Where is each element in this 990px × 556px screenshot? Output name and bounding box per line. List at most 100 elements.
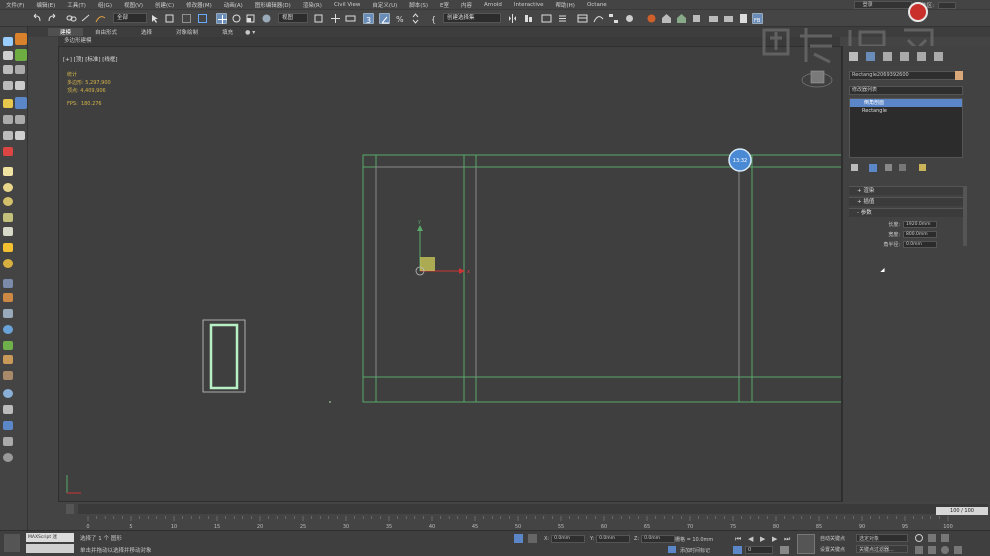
key-filters-button[interactable]: 关键点过滤器... — [856, 545, 908, 553]
percent-snap-icon[interactable]: % — [395, 13, 406, 24]
place-icon[interactable] — [261, 13, 272, 24]
add-time-tag[interactable]: 添加时间标记 — [680, 547, 710, 554]
menu-content[interactable]: 内容 — [455, 1, 478, 9]
menu-customize[interactable]: 自定义(U) — [366, 1, 403, 9]
modifier-list-dropdown[interactable]: 修改器列表 — [849, 86, 963, 95]
menu-e-room[interactable]: E室 — [434, 1, 455, 9]
panel-scrollbar[interactable] — [963, 186, 967, 246]
key-mode-icon[interactable] — [733, 546, 742, 554]
hide-icon[interactable] — [3, 37, 13, 46]
keyboard-shortcut-override-icon[interactable] — [345, 13, 356, 24]
render-iterative-icon[interactable] — [691, 13, 702, 24]
length-spinner[interactable]: 1920.0mm — [903, 221, 937, 228]
menu-views[interactable]: 视图(V) — [118, 1, 149, 9]
unlink-icon[interactable] — [80, 13, 91, 24]
timeline-toggle-icon[interactable] — [66, 504, 74, 514]
menu-animation[interactable]: 动画(A) — [218, 1, 249, 9]
add-time-tag-icon[interactable] — [668, 546, 676, 553]
time-slider-thumb[interactable]: 100 / 100 — [936, 507, 988, 515]
snap-3d-icon[interactable]: 3 — [363, 13, 374, 25]
spinner-snap-icon[interactable] — [410, 13, 421, 24]
teapot-icon[interactable] — [3, 259, 13, 268]
x-field[interactable]: 0.0mm — [551, 535, 586, 543]
select-scale-icon[interactable] — [245, 13, 256, 24]
sub-icon[interactable] — [3, 421, 13, 430]
tool-icon-3[interactable] — [3, 131, 13, 140]
rollout-interpolation[interactable]: + 插值 — [849, 197, 963, 206]
menu-interactive[interactable]: Interactive — [508, 2, 550, 8]
prev-frame-icon[interactable]: ◀ — [748, 535, 753, 543]
track-bar-ruler[interactable]: 0 5 10 15 20 25 30 35 40 45 50 55 60 65 70 75 80 85 90 95 10… — [78, 516, 988, 530]
go-to-end-icon[interactable]: ⏭ — [784, 535, 790, 544]
schematic-view-icon[interactable] — [608, 13, 619, 24]
link-icon[interactable] — [66, 13, 77, 24]
geosphere-icon[interactable] — [3, 197, 13, 206]
record-icon[interactable] — [908, 2, 928, 22]
ribbon-subpanel[interactable]: 多边形建模 — [58, 37, 840, 46]
globe-icon[interactable] — [3, 325, 13, 334]
named-selection-select[interactable]: 创建选择集 — [443, 13, 501, 23]
menu-file[interactable]: 文件(F) — [0, 1, 30, 9]
plane-icon[interactable] — [3, 167, 13, 176]
zoom-all-icon[interactable] — [928, 534, 936, 542]
material-editor-icon[interactable] — [624, 13, 635, 24]
play-icon[interactable]: ▶ — [760, 535, 765, 543]
display-tab-icon[interactable] — [917, 52, 926, 61]
display-icon[interactable] — [3, 81, 13, 90]
reference-coordinate-select[interactable]: 视图 — [278, 13, 308, 23]
maximize-viewport-icon[interactable] — [954, 546, 962, 554]
modify-icon[interactable] — [15, 49, 27, 61]
rect-selection-icon[interactable] — [181, 13, 192, 24]
workspace-select[interactable] — [938, 1, 956, 9]
box-icon[interactable] — [3, 405, 13, 414]
fb-icon[interactable] — [15, 33, 27, 45]
window-crossing-icon[interactable] — [197, 13, 208, 24]
tool-icon-4[interactable] — [15, 131, 25, 140]
link-tool-icon[interactable] — [3, 293, 13, 302]
file-icon[interactable] — [738, 13, 749, 24]
set-key-big-icon[interactable] — [797, 534, 815, 554]
torus-icon[interactable] — [3, 213, 13, 222]
rollout-rendering[interactable]: + 渲染 — [849, 186, 963, 195]
tab-object-paint[interactable]: 对象绘制 — [164, 28, 210, 36]
menu-graph-editors[interactable]: 图形编辑器(D) — [249, 1, 297, 9]
select-move-icon[interactable] — [216, 13, 227, 24]
pattern-icon[interactable] — [3, 279, 13, 288]
curve-editor-icon[interactable] — [593, 13, 604, 24]
tab-freeform[interactable]: 自由形式 — [83, 28, 129, 36]
stack-item-bevel-profile[interactable]: 倒角剖面 — [850, 99, 962, 107]
tool-icon-2[interactable] — [15, 115, 25, 124]
sphere-icon[interactable] — [3, 183, 13, 192]
menu-modifiers[interactable]: 修改器(M) — [180, 1, 218, 9]
go-to-start-icon[interactable]: ⏮ — [735, 535, 741, 544]
lock-selection-icon[interactable] — [528, 534, 537, 543]
angle-snap-icon[interactable] — [379, 13, 390, 24]
ball-icon[interactable] — [3, 389, 13, 398]
menu-help[interactable]: 帮助(H) — [550, 1, 581, 9]
pan-icon[interactable] — [928, 546, 936, 554]
tool-icon-1[interactable] — [3, 115, 13, 124]
show-end-result-icon[interactable] — [869, 164, 877, 172]
select-by-name-icon[interactable] — [164, 13, 175, 24]
bone-icon[interactable] — [3, 309, 13, 318]
utilities-icon[interactable] — [15, 81, 25, 90]
width-spinner[interactable]: 800.0mm — [903, 231, 937, 238]
tab-selection[interactable]: 选择 — [129, 28, 164, 36]
menu-arnold[interactable]: Arnold — [478, 2, 508, 8]
help-icon[interactable] — [3, 453, 13, 462]
orbit-icon[interactable] — [941, 546, 949, 554]
login-field[interactable]: 登录 — [853, 1, 912, 9]
ribbon-options-icon[interactable]: ● ▾ — [245, 29, 255, 36]
mirror-icon[interactable] — [507, 13, 518, 24]
maxscript-output[interactable] — [26, 544, 74, 553]
cone-icon[interactable] — [3, 227, 13, 236]
set-key-button[interactable]: 设置关键点 — [820, 546, 845, 553]
rc-icon[interactable] — [15, 97, 27, 109]
selection-filter-select[interactable]: 全部 — [113, 13, 147, 23]
arnold-render-icon[interactable] — [708, 13, 719, 24]
align-icon[interactable] — [523, 13, 534, 24]
camera-icon[interactable] — [3, 147, 13, 156]
tab-populate[interactable]: 填充 — [210, 28, 245, 36]
menu-civil-view[interactable]: Civil View — [328, 2, 366, 8]
scene-explorer-icon[interactable] — [557, 13, 568, 24]
